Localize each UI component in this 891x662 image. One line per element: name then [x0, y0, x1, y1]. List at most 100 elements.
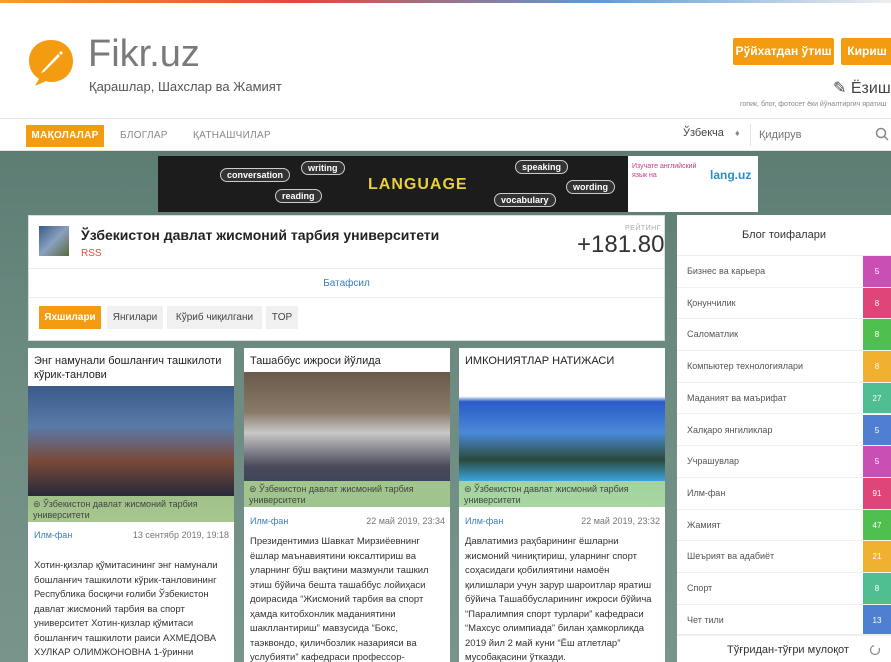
- write-label: Ёзиш: [850, 80, 891, 97]
- category-count-badge: 5: [863, 414, 891, 446]
- rating-value: +181.80: [577, 231, 665, 258]
- post-blog-name[interactable]: ⊜ Ўзбекистон давлат жисмоний тарбия унив…: [28, 496, 234, 522]
- search-input[interactable]: [750, 124, 891, 146]
- post-title[interactable]: Энг намунали бошланғич ташкилоти кўрик-т…: [34, 354, 228, 382]
- login-button[interactable]: Кириш: [841, 38, 891, 65]
- post-card: Энг намунали бошланғич ташкилоти кўрик-т…: [28, 348, 234, 662]
- post-blog-label: Ўзбекистон давлат жисмоний тарбия универ…: [249, 484, 414, 505]
- category-row[interactable]: Илм-фан 91: [677, 477, 891, 510]
- post-excerpt: Хотин-қизлар қўмитасининг энг намунали б…: [34, 560, 218, 662]
- post-blog-name[interactable]: ⊜ Ўзбекистон давлат жисмоний тарбия унив…: [244, 481, 450, 507]
- category-label: Жамият: [687, 519, 721, 530]
- sort-tab-best[interactable]: Яхшилари: [39, 306, 101, 329]
- category-row[interactable]: Шеърият ва адабиёт 21: [677, 541, 891, 573]
- blog-categories-sidebar: Блог тоифалари Бизнес ва карьера 5 Қонунчи…: [677, 215, 891, 662]
- ad-banner[interactable]: conversation writing speaking reading wo…: [158, 156, 758, 212]
- category-label: Саломатлик: [687, 329, 739, 340]
- layers-icon: ⊜: [464, 484, 475, 494]
- post-blog-name[interactable]: ⊜ Ўзбекистон давлат жисмоний тарбия унив…: [459, 481, 665, 507]
- post-card: Ташаббус ижроси йўлида ⊜ Ўзбекистон давл…: [244, 348, 450, 662]
- post-title[interactable]: Ташаббус ижроси йўлида: [250, 354, 444, 368]
- logo-text[interactable]: Fikr.uz: [88, 33, 200, 76]
- sort-tab-new[interactable]: Янгилари: [107, 306, 163, 329]
- category-count-badge: 8: [863, 319, 891, 351]
- details-link[interactable]: Батафсил: [29, 268, 664, 298]
- post-excerpt: Давлатимиз раҳбарининг ёшларни жисмоний …: [465, 536, 652, 662]
- live-chat-label: Тўғридан-тўғри мулоқот: [727, 644, 849, 656]
- chevron-down-icon[interactable]: ♦: [735, 128, 740, 138]
- main-nav: МАҚОЛАЛАР БЛОГЛАР ҚАТНАШЧИЛАР Ўзбекча ♦: [0, 118, 891, 151]
- tab-members[interactable]: ҚАТНАШЧИЛАР: [193, 125, 271, 147]
- category-row[interactable]: Спорт 8: [677, 573, 891, 605]
- post-category[interactable]: Илм-фан: [250, 516, 288, 526]
- category-count-badge: 5: [863, 446, 891, 477]
- category-label: Компьютер технологиялари: [687, 361, 804, 372]
- category-label: Шеърият ва адабиёт: [687, 551, 775, 562]
- category-label: Спорт: [687, 583, 713, 593]
- category-label: Қонунчилик: [687, 297, 736, 308]
- blog-avatar[interactable]: [39, 226, 69, 256]
- post-excerpt: Президентимиз Шавкат Мирзиёевнинг ёшлар …: [250, 536, 429, 662]
- banner-brand: lang.uz: [710, 168, 752, 182]
- category-row[interactable]: Қонунчилик 8: [677, 287, 891, 320]
- banner-word: conversation: [220, 168, 291, 182]
- layers-icon: ⊜: [249, 484, 260, 494]
- blog-card: Ўзбекистон давлат жисмоний тарбия универ…: [28, 215, 665, 341]
- write-link[interactable]: ✎ Ёзиш: [833, 78, 891, 98]
- main-content: conversation writing speaking reading wo…: [0, 151, 891, 662]
- category-row[interactable]: Халқаро янгиликлар 5: [677, 414, 891, 447]
- tab-blogs[interactable]: БЛОГЛАР: [120, 125, 168, 147]
- category-row[interactable]: Бизнес ва карьера 5: [677, 256, 891, 288]
- category-label: Чет тили: [687, 614, 724, 625]
- category-label: Маданият ва маърифат: [687, 392, 787, 403]
- category-row[interactable]: Жамият 47: [677, 509, 891, 542]
- post-category[interactable]: Илм-фан: [465, 516, 503, 526]
- category-count-badge: 5: [863, 256, 891, 287]
- sidebar-title: Блог тоифалари: [677, 215, 891, 256]
- category-label: Илм-фан: [687, 487, 726, 498]
- search-icon[interactable]: [875, 127, 889, 141]
- post-date: 13 сентябр 2019, 19:18: [132, 530, 229, 540]
- category-count-badge: 8: [863, 573, 891, 604]
- category-row[interactable]: Саломатлик 8: [677, 319, 891, 352]
- logo-icon[interactable]: [26, 37, 76, 87]
- post-category[interactable]: Илм-фан: [34, 530, 72, 540]
- category-label: Бизнес ва карьера: [687, 266, 766, 276]
- post-blog-label: Ўзбекистон давлат жисмоний тарбия универ…: [464, 484, 629, 505]
- category-count-badge: 21: [863, 541, 891, 572]
- post-card: ИМКОНИЯТЛАР НАТИЖАСИ ⊜ Ўзбекистон давлат…: [459, 348, 665, 662]
- tab-articles[interactable]: МАҚОЛАЛАР: [26, 125, 104, 147]
- language-select[interactable]: Ўзбекча: [683, 127, 724, 139]
- banner-word: vocabulary: [494, 193, 556, 207]
- post-date: 22 май 2019, 23:32: [581, 516, 660, 526]
- post-title[interactable]: ИМКОНИЯТЛАР НАТИЖАСИ: [465, 354, 659, 368]
- post-date: 22 май 2019, 23:34: [366, 516, 445, 526]
- category-count-badge: 8: [863, 351, 891, 382]
- banner-word: reading: [275, 189, 322, 203]
- sort-tab-viewed[interactable]: Кўриб чиқилгани: [167, 306, 262, 329]
- category-row[interactable]: Чет тили 13: [677, 604, 891, 637]
- refresh-icon[interactable]: [869, 644, 881, 656]
- post-blog-label: Ўзбекистон давлат жисмоний тарбия универ…: [33, 499, 198, 520]
- rss-link[interactable]: RSS: [81, 248, 102, 259]
- site-header: Fikr.uz Қарашлар, Шахслар ва Жамият Рўйх…: [0, 3, 891, 118]
- banner-word: speaking: [515, 160, 569, 174]
- category-row[interactable]: Учрашувлар 5: [677, 446, 891, 478]
- category-label: Халқаро янгиликлар: [687, 424, 773, 435]
- write-hint: гопик, блог, фотосет ёки йўналтиргич яра…: [740, 101, 887, 108]
- banner-main-word: LANGUAGE: [368, 176, 468, 193]
- live-chat-row[interactable]: Тўғридан-тўғри мулоқот: [677, 634, 891, 662]
- category-count-badge: 47: [863, 509, 891, 541]
- banner-promo-text: Изучате английский язык на: [632, 163, 697, 179]
- category-row[interactable]: Маданият ва маърифат 27: [677, 382, 891, 415]
- category-count-badge: 13: [863, 604, 891, 636]
- category-row[interactable]: Компьютер технологиялари 8: [677, 351, 891, 383]
- category-count-badge: 91: [863, 477, 891, 509]
- register-button[interactable]: Рўйхатдан ўтиш: [733, 38, 834, 65]
- banner-word: writing: [301, 161, 345, 175]
- pencil-icon: ✎: [833, 80, 847, 97]
- blog-title[interactable]: Ўзбекистон давлат жисмоний тарбия универ…: [81, 227, 439, 243]
- layers-icon: ⊜: [33, 499, 44, 509]
- category-count-badge: 27: [863, 382, 891, 414]
- sort-tab-top[interactable]: TOP: [266, 306, 298, 329]
